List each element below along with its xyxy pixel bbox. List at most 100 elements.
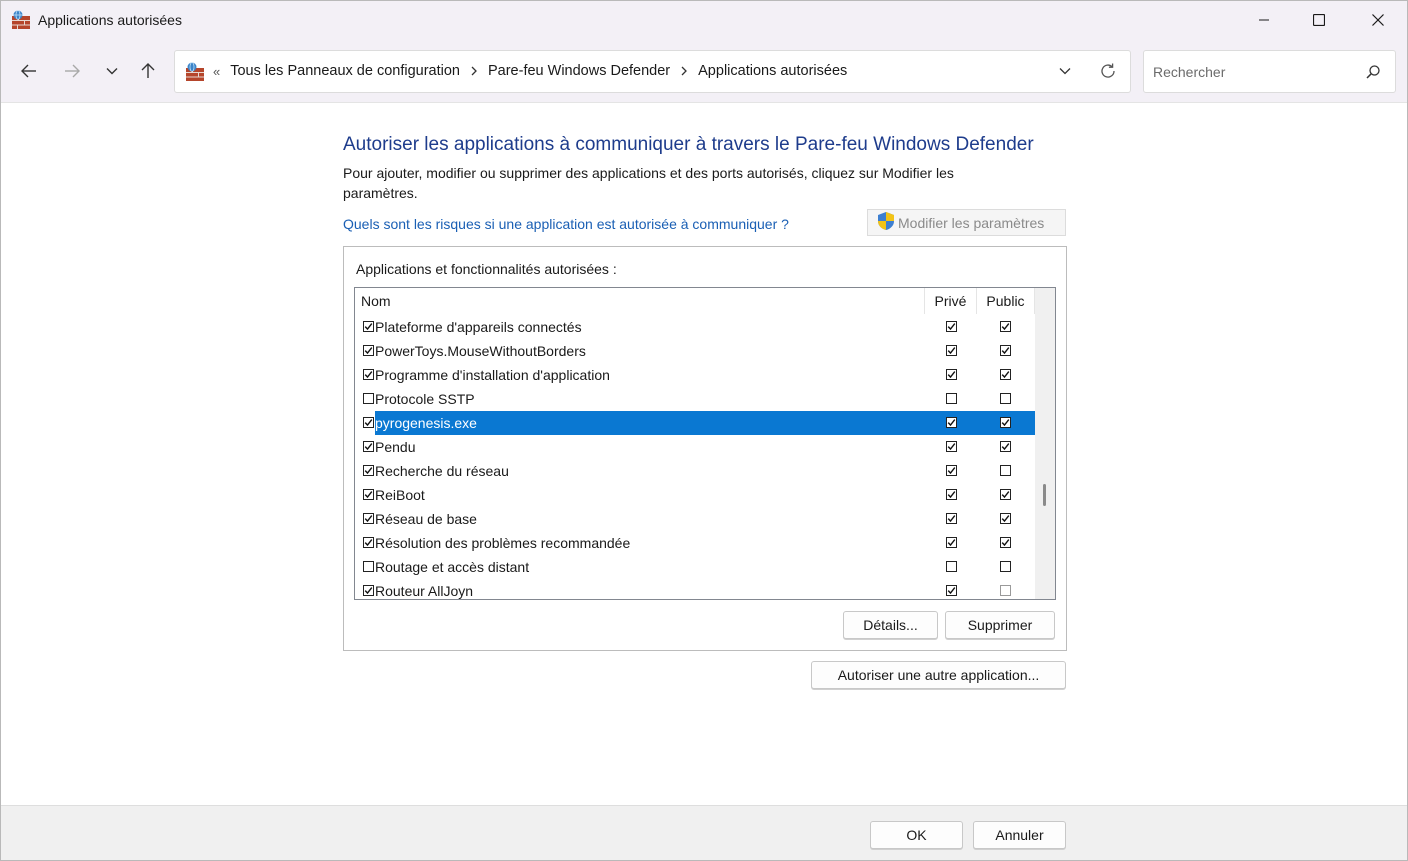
firewall-brick-icon [185,62,205,82]
table-row[interactable]: Plateforme d'appareils connectés [355,315,1035,339]
title-bar: Applications autorisées [1,1,1407,39]
breadcrumb-item-control-panel[interactable]: Tous les Panneaux de configuration [230,63,460,79]
row-enabled-checkbox[interactable] [363,321,374,332]
row-public-checkbox[interactable] [1000,441,1011,452]
recent-locations-button[interactable] [97,57,127,87]
refresh-icon [1099,62,1117,83]
row-private-checkbox[interactable] [946,513,957,524]
row-app-name: Résolution des problèmes recommandée [375,535,631,551]
column-header-private[interactable]: Privé [925,288,977,314]
row-private-checkbox[interactable] [946,321,957,332]
table-row[interactable]: Routage et accès distant [355,555,1035,579]
row-private-checkbox[interactable] [946,561,957,572]
chevron-right-icon[interactable] [680,64,688,79]
row-enabled-checkbox[interactable] [363,393,374,404]
row-enabled-checkbox[interactable] [363,537,374,548]
address-bar[interactable]: « Tous les Panneaux de configuration Par… [174,50,1131,93]
row-enabled-checkbox[interactable] [363,489,374,500]
row-app-name: Routeur AllJoyn [375,583,474,599]
address-dropdown-button[interactable] [1055,62,1075,82]
chevron-right-icon[interactable] [470,64,478,79]
row-enabled-checkbox[interactable] [363,465,374,476]
column-header-name[interactable]: Nom [355,288,925,314]
row-enabled-checkbox[interactable] [363,441,374,452]
row-public-checkbox[interactable] [1000,321,1011,332]
back-button[interactable] [14,57,44,87]
risks-link[interactable]: Quels sont les risques si une applicatio… [343,216,789,232]
modify-settings-label: Modifier les paramètres [898,214,1045,231]
close-icon [1372,14,1384,26]
allowed-apps-list[interactable]: Nom Privé Public Plateforme d'appareils … [354,287,1056,600]
column-header-public[interactable]: Public [977,288,1035,314]
row-app-name: PowerToys.MouseWithoutBorders [375,343,586,359]
table-row[interactable]: Résolution des problèmes recommandée [355,531,1035,555]
cancel-button[interactable]: Annuler [973,821,1066,849]
row-private-checkbox[interactable] [946,393,957,404]
table-row[interactable]: pyrogenesis.exe [355,411,1035,435]
ok-button[interactable]: OK [870,821,963,849]
table-row[interactable]: Routeur AllJoyn [355,579,1035,599]
search-box[interactable] [1143,50,1396,93]
row-app-name: Programme d'installation d'application [375,367,610,383]
row-private-checkbox[interactable] [946,537,957,548]
breadcrumb-item-firewall[interactable]: Pare-feu Windows Defender [488,63,670,79]
table-row[interactable]: Protocole SSTP [355,387,1035,411]
table-row[interactable]: Programme d'installation d'application [355,363,1035,387]
row-private-checkbox[interactable] [946,489,957,500]
table-row[interactable]: PowerToys.MouseWithoutBorders [355,339,1035,363]
row-public-checkbox[interactable] [1000,465,1011,476]
row-private-checkbox[interactable] [946,441,957,452]
row-enabled-checkbox[interactable] [363,417,374,428]
search-input[interactable] [1153,62,1353,82]
table-row[interactable]: Réseau de base [355,507,1035,531]
row-enabled-checkbox[interactable] [363,369,374,380]
row-private-checkbox[interactable] [946,585,957,596]
breadcrumb: « Tous les Panneaux de configuration Par… [213,63,847,79]
navigation-bar: « Tous les Panneaux de configuration Par… [1,39,1407,103]
minimize-icon [1258,14,1270,26]
page-title: Autoriser les applications à communiquer… [343,134,1034,155]
refresh-button[interactable] [1097,61,1119,83]
row-enabled-checkbox[interactable] [363,345,374,356]
forward-button[interactable] [57,57,87,87]
row-public-checkbox[interactable] [1000,393,1011,404]
firewall-brick-icon [11,10,31,30]
allow-another-app-button[interactable]: Autoriser une autre application... [811,661,1066,689]
minimize-button[interactable] [1241,1,1287,39]
row-enabled-checkbox[interactable] [363,513,374,524]
up-button[interactable] [133,57,163,87]
row-public-checkbox[interactable] [1000,345,1011,356]
search-icon[interactable] [1364,63,1382,81]
scrollbar-thumb[interactable] [1043,484,1046,506]
row-public-checkbox[interactable] [1000,489,1011,500]
row-private-checkbox[interactable] [946,465,957,476]
row-public-checkbox[interactable] [1000,369,1011,380]
close-button[interactable] [1355,1,1401,39]
firewall-window: Applications autorisées « Tous les Panne… [0,0,1408,861]
row-app-name: Réseau de base [375,511,477,527]
breadcrumb-item-allowed-apps[interactable]: Applications autorisées [698,63,847,79]
row-public-checkbox[interactable] [1000,561,1011,572]
arrow-right-icon [63,62,81,83]
row-public-checkbox[interactable] [1000,417,1011,428]
table-row[interactable]: ReiBoot [355,483,1035,507]
remove-button[interactable]: Supprimer [945,611,1055,639]
table-row[interactable]: Pendu [355,435,1035,459]
row-enabled-checkbox[interactable] [363,561,374,572]
allowed-apps-label: Applications et fonctionnalités autorisé… [356,261,617,277]
row-public-checkbox[interactable] [1000,585,1011,596]
breadcrumb-overflow[interactable]: « [213,64,220,79]
row-private-checkbox[interactable] [946,417,957,428]
row-enabled-checkbox[interactable] [363,585,374,596]
row-private-checkbox[interactable] [946,345,957,356]
list-scrollbar[interactable] [1035,288,1055,599]
row-public-checkbox[interactable] [1000,513,1011,524]
maximize-button[interactable] [1296,1,1342,39]
row-private-checkbox[interactable] [946,369,957,380]
row-public-checkbox[interactable] [1000,537,1011,548]
table-row[interactable]: Recherche du réseau [355,459,1035,483]
details-button[interactable]: Détails... [843,611,938,639]
allowed-apps-group: Applications et fonctionnalités autorisé… [343,246,1067,651]
chevron-down-icon [1058,64,1072,81]
modify-settings-button[interactable]: Modifier les paramètres [867,209,1066,236]
